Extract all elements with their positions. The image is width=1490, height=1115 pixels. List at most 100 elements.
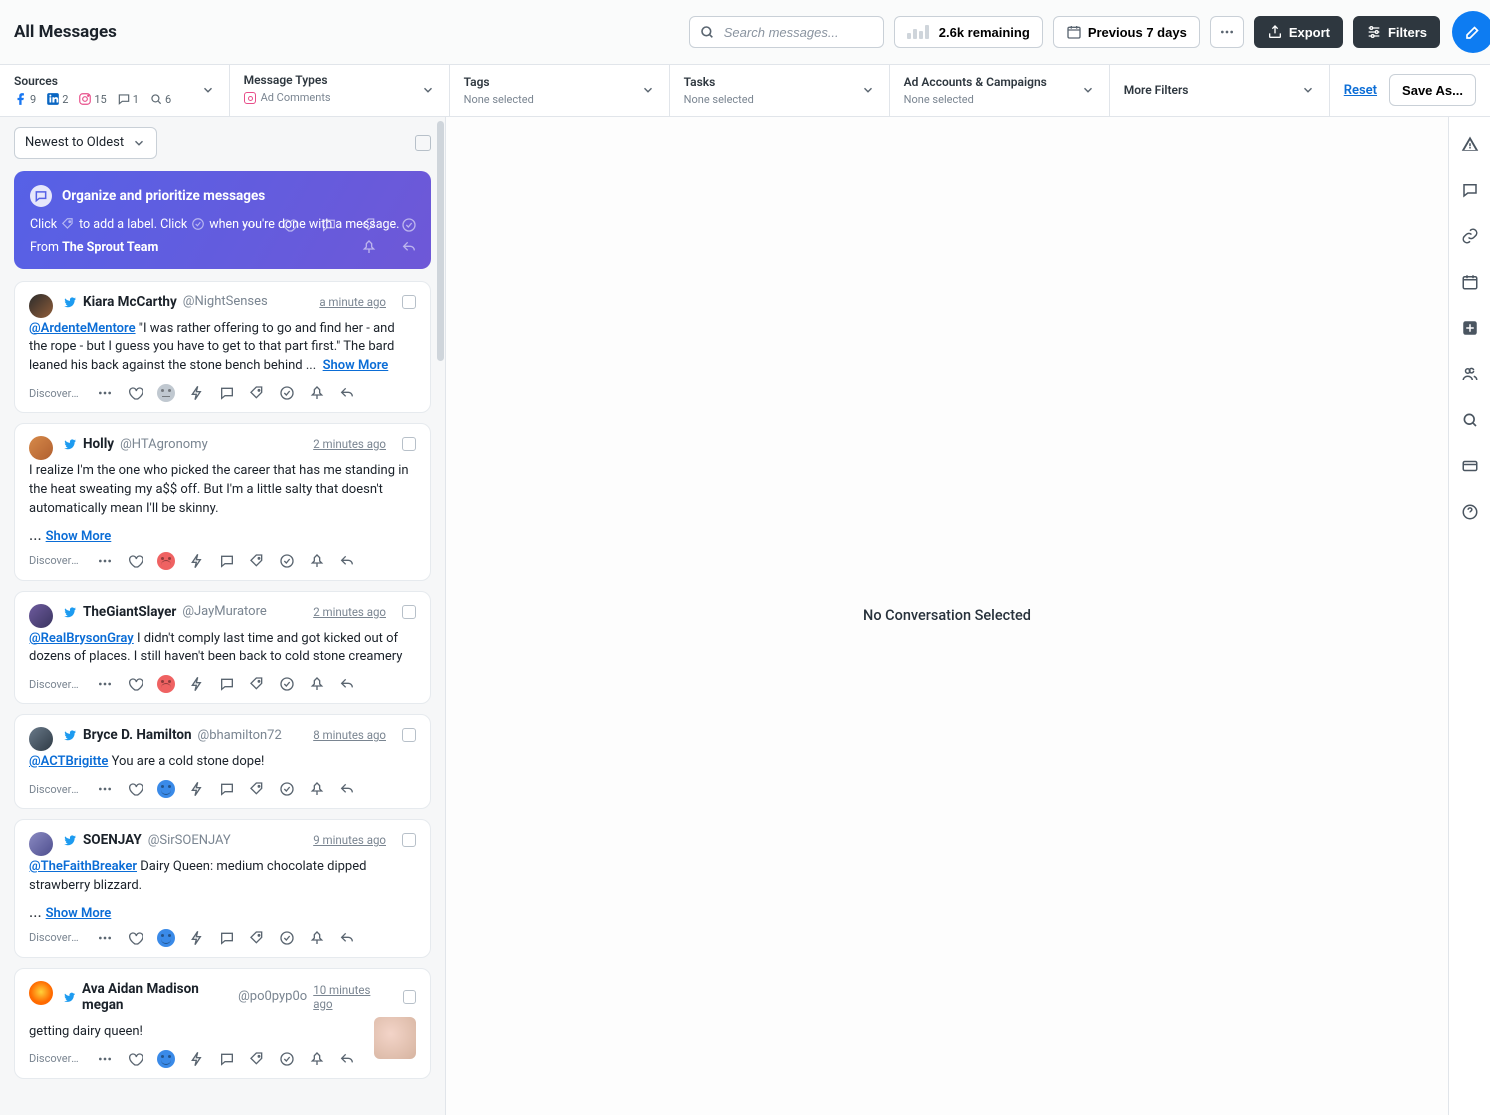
select-message-checkbox[interactable] <box>402 437 416 451</box>
reply-action[interactable] <box>339 781 355 797</box>
reply-action[interactable] <box>339 1051 355 1067</box>
timestamp[interactable]: 8 minutes ago <box>313 728 386 742</box>
sentiment-indicator[interactable] <box>157 675 175 693</box>
mention-link[interactable]: @TheFaithBreaker <box>29 859 137 874</box>
user-name[interactable]: Ava Aidan Madison megan <box>82 981 232 1013</box>
mention-link[interactable]: @ArdenteMentore <box>29 321 136 336</box>
task-action[interactable] <box>189 676 205 692</box>
complete-action[interactable] <box>279 781 295 797</box>
select-all-checkbox[interactable] <box>415 135 431 151</box>
reset-link[interactable]: Reset <box>1344 83 1377 98</box>
tag-action[interactable] <box>249 1051 265 1067</box>
user-name[interactable]: Kiara McCarthy <box>83 294 177 310</box>
avatar[interactable] <box>29 832 53 856</box>
more-action[interactable] <box>97 676 113 692</box>
user-name[interactable]: Holly <box>83 436 114 452</box>
task-action[interactable] <box>189 781 205 797</box>
comment-action[interactable] <box>219 1051 235 1067</box>
reply-action[interactable] <box>339 676 355 692</box>
filter-tags[interactable]: Tags None selected <box>450 65 670 116</box>
more-action[interactable] <box>97 1051 113 1067</box>
task-action[interactable] <box>189 1051 205 1067</box>
sort-select[interactable]: Newest to Oldest <box>14 127 157 159</box>
tag-action[interactable] <box>249 781 265 797</box>
task-action[interactable] <box>189 930 205 946</box>
pin-action[interactable] <box>309 781 325 797</box>
tag-action[interactable] <box>249 553 265 569</box>
comment-action[interactable] <box>219 676 235 692</box>
show-more-link[interactable]: Show More <box>46 529 112 544</box>
date-range-button[interactable]: Previous 7 days <box>1053 16 1200 48</box>
user-name[interactable]: SOENJAY <box>83 832 142 848</box>
pin-action[interactable] <box>309 553 325 569</box>
message-card[interactable]: Bryce D. Hamilton @bhamilton72 8 minutes… <box>14 714 431 809</box>
filter-ads[interactable]: Ad Accounts & Campaigns None selected <box>890 65 1110 116</box>
more-action[interactable] <box>97 553 113 569</box>
more-action[interactable] <box>97 385 113 401</box>
comment-action[interactable] <box>219 385 235 401</box>
attached-image-thumbnail[interactable] <box>374 1017 416 1059</box>
task-action[interactable] <box>189 553 205 569</box>
user-handle[interactable]: @JayMuratore <box>182 604 266 619</box>
avatar[interactable] <box>29 436 53 460</box>
comment-action[interactable] <box>219 553 235 569</box>
message-card[interactable]: Holly @HTAgronomy 2 minutes ago I realiz… <box>14 423 431 581</box>
complete-action[interactable] <box>279 930 295 946</box>
filters-button[interactable]: Filters <box>1353 16 1440 48</box>
user-handle[interactable]: @SirSOENJAY <box>148 833 231 848</box>
timestamp[interactable]: 10 minutes ago <box>313 983 387 1011</box>
sentiment-indicator[interactable] <box>157 780 175 798</box>
like-action[interactable] <box>127 676 143 692</box>
complete-action[interactable] <box>279 676 295 692</box>
message-card[interactable]: TheGiantSlayer @JayMuratore 2 minutes ag… <box>14 591 431 705</box>
task-action[interactable] <box>189 385 205 401</box>
like-action[interactable] <box>127 781 143 797</box>
sentiment-indicator[interactable] <box>157 929 175 947</box>
select-message-checkbox[interactable] <box>402 728 416 742</box>
rail-link-icon[interactable] <box>1461 227 1479 249</box>
reply-action[interactable] <box>339 930 355 946</box>
save-as-button[interactable]: Save As... <box>1389 74 1476 106</box>
scrollbar[interactable] <box>436 117 445 1115</box>
reply-action[interactable] <box>339 553 355 569</box>
rail-card-icon[interactable] <box>1461 457 1479 479</box>
like-action[interactable] <box>127 930 143 946</box>
like-action[interactable] <box>127 553 143 569</box>
rail-chat-icon[interactable] <box>1461 181 1479 203</box>
complete-action[interactable] <box>279 385 295 401</box>
more-action[interactable] <box>97 781 113 797</box>
rail-help-icon[interactable] <box>1461 503 1479 525</box>
rail-add-icon[interactable] <box>1461 319 1479 341</box>
filter-sources[interactable]: Sources 9 2 15 1 6 <box>0 65 230 116</box>
user-name[interactable]: TheGiantSlayer <box>83 604 176 620</box>
select-message-checkbox[interactable] <box>402 833 416 847</box>
comment-action[interactable] <box>219 781 235 797</box>
sentiment-indicator[interactable] <box>157 384 175 402</box>
avatar[interactable] <box>29 604 53 628</box>
user-handle[interactable]: @NightSenses <box>183 294 268 309</box>
filter-message-types[interactable]: Message Types Ad Comments <box>230 65 450 116</box>
mention-link[interactable]: @ACTBrigitte <box>29 754 108 769</box>
avatar[interactable] <box>29 294 53 318</box>
tag-action[interactable] <box>249 385 265 401</box>
user-name[interactable]: Bryce D. Hamilton <box>83 727 192 743</box>
complete-action[interactable] <box>279 553 295 569</box>
compose-fab[interactable] <box>1452 11 1490 53</box>
message-card[interactable]: Kiara McCarthy @NightSenses a minute ago… <box>14 281 431 414</box>
mention-link[interactable]: @RealBrysonGray <box>29 631 134 646</box>
timestamp[interactable]: 2 minutes ago <box>313 605 386 619</box>
timestamp[interactable]: 2 minutes ago <box>313 437 386 451</box>
message-card[interactable]: SOENJAY @SirSOENJAY 9 minutes ago @TheFa… <box>14 819 431 958</box>
select-message-checkbox[interactable] <box>402 605 416 619</box>
rail-alert-icon[interactable] <box>1461 135 1479 157</box>
select-message-checkbox[interactable] <box>403 990 416 1004</box>
user-handle[interactable]: @po0pyp0o <box>238 989 307 1004</box>
user-handle[interactable]: @HTAgronomy <box>120 437 208 452</box>
rail-search-icon[interactable] <box>1461 411 1479 433</box>
pin-action[interactable] <box>309 385 325 401</box>
comment-action[interactable] <box>219 930 235 946</box>
rail-people-icon[interactable] <box>1461 365 1479 387</box>
tag-action[interactable] <box>249 676 265 692</box>
show-more-link[interactable]: Show More <box>323 358 389 373</box>
more-options-button[interactable] <box>1210 16 1244 48</box>
